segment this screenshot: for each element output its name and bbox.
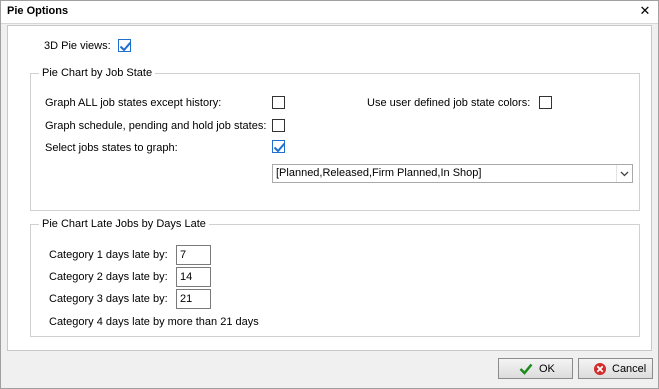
cat1-label: Category 1 days late by: — [49, 249, 168, 261]
user-colors-checkbox[interactable] — [539, 96, 552, 109]
cancel-button[interactable]: Cancel — [578, 358, 653, 379]
job-states-value: [Planned,Released,Firm Planned,In Shop] — [276, 167, 482, 179]
checkmark-icon — [519, 362, 533, 379]
chevron-down-icon[interactable] — [616, 165, 632, 182]
cat3-label: Category 3 days late by: — [49, 293, 168, 305]
cat3-input[interactable]: 21 — [176, 289, 211, 309]
user-colors-label: Use user defined job state colors: — [367, 97, 531, 109]
select-states-checkbox[interactable] — [272, 140, 286, 153]
dialog-content: 3D Pie views: Pie Chart by Job State Gra… — [7, 25, 652, 351]
cancel-icon — [593, 362, 607, 379]
title-bar: Pie Options ✕ — [1, 1, 658, 24]
late-jobs-group-legend: Pie Chart Late Jobs by Days Late — [39, 218, 209, 230]
graph-sched-checkbox[interactable] — [272, 119, 285, 132]
ok-button[interactable]: OK — [498, 358, 573, 379]
close-icon[interactable]: ✕ — [638, 4, 652, 18]
pie-options-dialog: Pie Options ✕ 3D Pie views: Pie Chart by… — [0, 0, 659, 389]
job-state-group: Pie Chart by Job State Graph ALL job sta… — [30, 67, 640, 211]
cat4-text: Category 4 days late by more than 21 day… — [49, 316, 259, 328]
ok-label: OK — [539, 363, 555, 375]
graph-all-label: Graph ALL job states except history: — [45, 97, 222, 109]
cat2-label: Category 2 days late by: — [49, 271, 168, 283]
job-state-group-legend: Pie Chart by Job State — [39, 67, 156, 79]
select-states-label: Select jobs states to graph: — [45, 142, 178, 154]
graph-all-checkbox[interactable] — [272, 96, 285, 109]
cancel-label: Cancel — [612, 363, 647, 375]
pie3d-checkbox[interactable] — [118, 39, 132, 52]
late-jobs-group: Pie Chart Late Jobs by Days Late Categor… — [30, 218, 640, 337]
graph-sched-label: Graph schedule, pending and hold job sta… — [45, 120, 267, 132]
dialog-title: Pie Options — [7, 5, 69, 17]
pie3d-label: 3D Pie views: — [44, 40, 111, 52]
cat1-input[interactable]: 7 — [176, 245, 211, 265]
job-states-select[interactable]: [Planned,Released,Firm Planned,In Shop] — [272, 164, 633, 183]
cat2-input[interactable]: 14 — [176, 267, 211, 287]
